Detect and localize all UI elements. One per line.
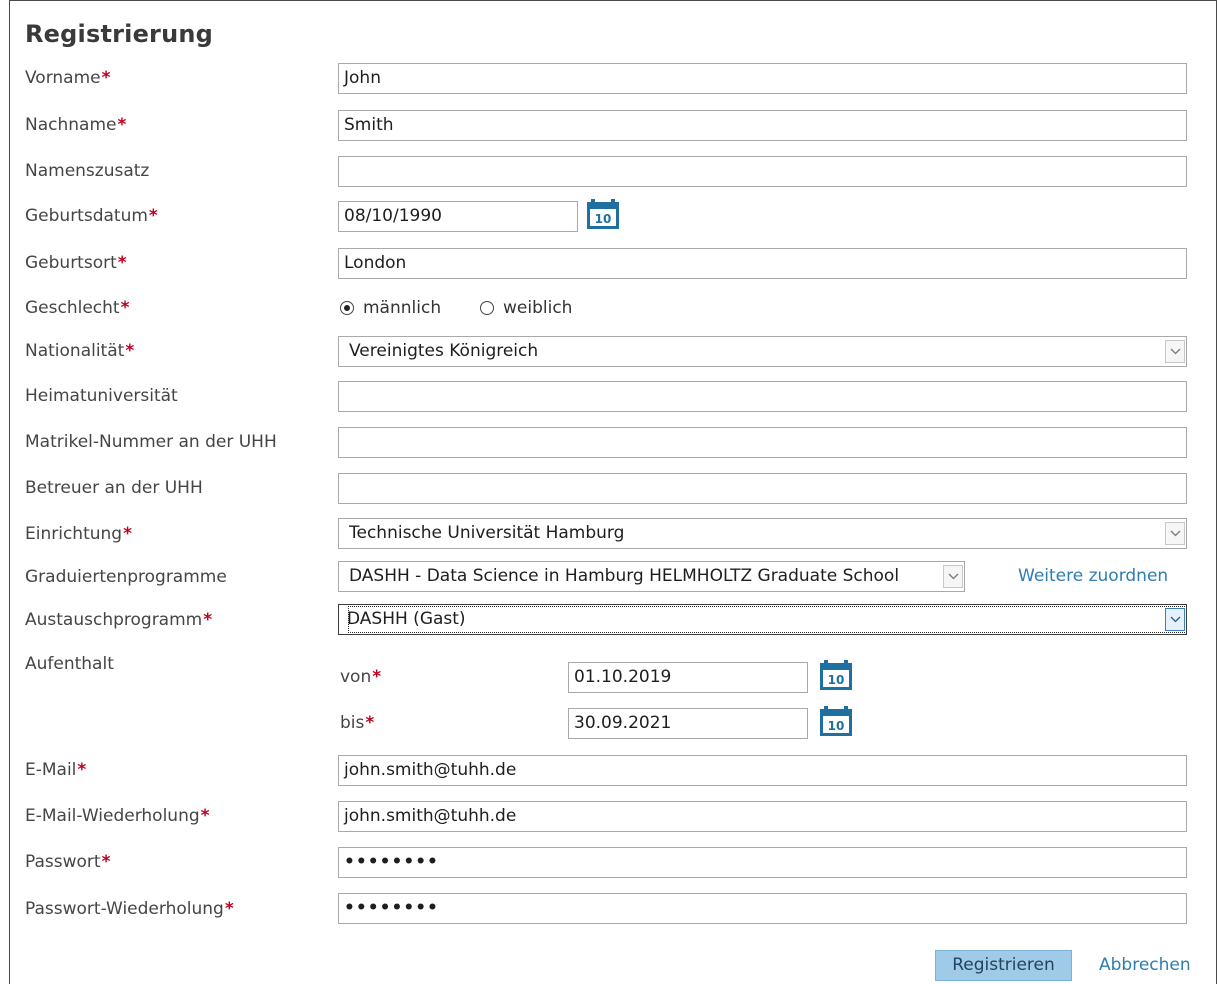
required-marker: * — [120, 298, 130, 318]
radio-selected-icon[interactable] — [340, 301, 354, 315]
heimatuniversitaet-label: Heimatuniversität — [25, 386, 178, 406]
geburtsdatum-label: Geburtsdatum* — [25, 206, 158, 226]
cancel-link[interactable]: Abbrechen — [1099, 955, 1191, 975]
nationalitaet-value: Vereinigtes Königreich — [349, 341, 539, 361]
required-marker: * — [117, 253, 127, 273]
aufenthalt-bis-input[interactable]: 30.09.2021 — [568, 708, 808, 739]
austauschprogramm-label: Austauschprogramm* — [25, 610, 213, 630]
svg-text:10: 10 — [828, 673, 845, 687]
chevron-down-icon[interactable] — [1165, 608, 1185, 631]
austauschprogramm-select[interactable]: DASHH (Gast) — [338, 604, 1187, 635]
bis-label: bis* — [340, 713, 375, 733]
password-input[interactable]: •••••••• — [338, 847, 1187, 878]
email-label: E-Mail* — [25, 760, 87, 780]
calendar-icon[interactable]: 10 — [585, 198, 621, 231]
geschlecht-label: Geschlecht* — [25, 298, 130, 318]
chevron-down-icon[interactable] — [1165, 340, 1185, 363]
page-title: Registrierung — [25, 20, 214, 48]
vorname-label: Vorname* — [25, 68, 111, 88]
nachname-label: Nachname* — [25, 115, 127, 135]
graduiertenprogramme-select[interactable]: DASHH - Data Science in Hamburg HELMHOLT… — [338, 561, 965, 592]
graduiertenprogramme-value: DASHH - Data Science in Hamburg HELMHOLT… — [349, 566, 900, 586]
namenszusatz-input[interactable] — [338, 156, 1187, 187]
required-marker: * — [123, 524, 132, 544]
required-marker: * — [200, 806, 210, 826]
gender-radio-female[interactable]: weiblich — [480, 296, 572, 320]
geburtsort-label: Geburtsort* — [25, 253, 127, 273]
required-marker: * — [117, 115, 127, 135]
von-label: von* — [340, 667, 382, 687]
geburtsdatum-input[interactable]: 08/10/1990 — [338, 201, 578, 232]
gender-male-label: männlich — [363, 298, 442, 318]
geburtsort-input[interactable]: London — [338, 248, 1187, 279]
required-marker: * — [101, 68, 111, 88]
betreuer-label: Betreuer an der UHH — [25, 478, 203, 498]
matrikel-input[interactable] — [338, 427, 1187, 458]
email-repeat-input[interactable]: john.smith@tuhh.de — [338, 801, 1187, 832]
calendar-icon[interactable]: 10 — [818, 659, 854, 692]
chevron-down-icon[interactable] — [1165, 522, 1185, 545]
weitere-zuordnen-link[interactable]: Weitere zuordnen — [1018, 566, 1168, 586]
aufenthalt-label: Aufenthalt — [25, 654, 114, 674]
email-repeat-label: E-Mail-Wiederholung* — [25, 806, 210, 826]
required-marker: * — [101, 852, 111, 872]
matrikel-label: Matrikel-Nummer an der UHH — [25, 432, 277, 452]
einrichtung-value: Technische Universität Hamburg — [349, 523, 625, 543]
austauschprogramm-value: DASHH (Gast) — [347, 605, 1186, 634]
email-input[interactable]: john.smith@tuhh.de — [338, 755, 1187, 786]
chevron-down-icon[interactable] — [943, 565, 963, 588]
required-marker: * — [77, 760, 87, 780]
required-marker: * — [365, 713, 375, 733]
gender-radio-male[interactable]: männlich — [340, 296, 441, 320]
graduiertenprogramme-label: Graduiertenprogramme — [25, 567, 227, 587]
required-marker: * — [203, 610, 213, 630]
gender-female-label: weiblich — [503, 298, 573, 318]
aufenthalt-von-input[interactable]: 01.10.2019 — [568, 662, 808, 693]
vorname-input[interactable]: John — [338, 63, 1187, 94]
einrichtung-select[interactable]: Technische Universität Hamburg — [338, 518, 1187, 549]
calendar-icon[interactable]: 10 — [818, 705, 854, 738]
radio-unselected-icon[interactable] — [480, 301, 494, 315]
register-button[interactable]: Registrieren — [935, 950, 1072, 981]
heimatuniversitaet-input[interactable] — [338, 381, 1187, 412]
svg-text:10: 10 — [595, 212, 612, 226]
required-marker: * — [148, 206, 158, 226]
betreuer-input[interactable] — [338, 473, 1187, 504]
password-label: Passwort* — [25, 852, 111, 872]
nachname-input[interactable]: Smith — [338, 110, 1187, 141]
required-marker: * — [125, 341, 135, 361]
password-repeat-label: Passwort-Wiederholung* — [25, 899, 234, 919]
namenszusatz-label: Namenszusatz — [25, 161, 150, 181]
einrichtung-label: Einrichtung* — [25, 524, 132, 544]
required-marker: * — [224, 899, 234, 919]
required-marker: * — [372, 667, 382, 687]
nationalitaet-label: Nationalität* — [25, 341, 135, 361]
nationalitaet-select[interactable]: Vereinigtes Königreich — [338, 336, 1187, 367]
password-repeat-input[interactable]: •••••••• — [338, 893, 1187, 924]
svg-text:10: 10 — [828, 719, 845, 733]
